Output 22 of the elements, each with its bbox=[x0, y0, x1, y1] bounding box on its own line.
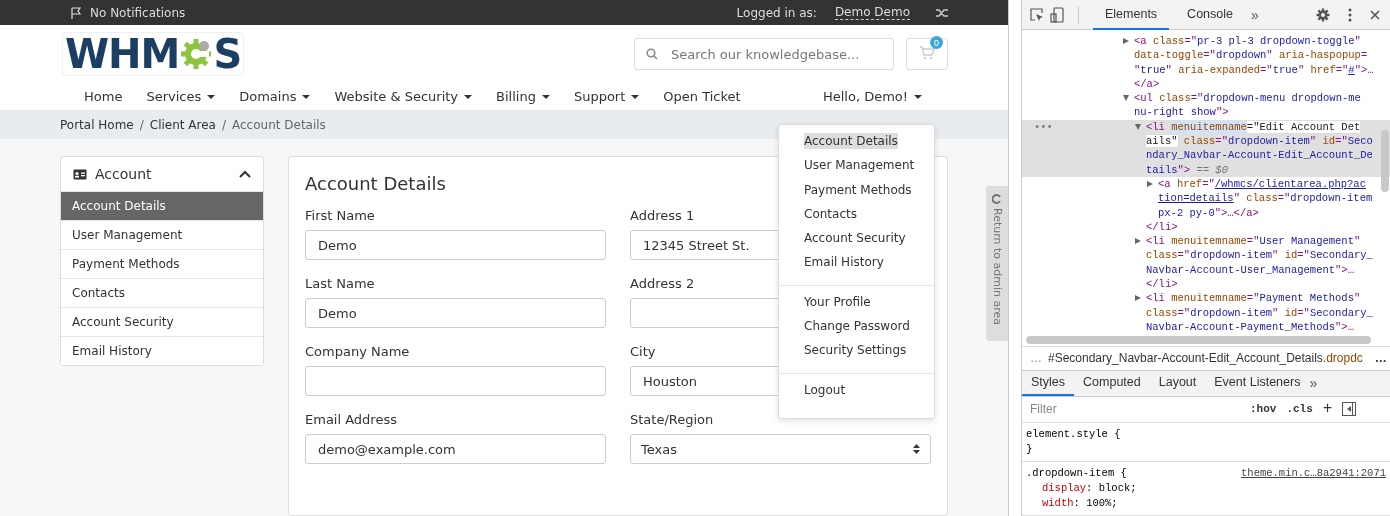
field-label: State/Region bbox=[630, 412, 714, 427]
field-label: Address 2 bbox=[630, 276, 695, 291]
css-selector: .dropdown-item { bbox=[1026, 466, 1127, 481]
field-label: Address 1 bbox=[630, 208, 695, 223]
field-label: Last Name bbox=[305, 276, 375, 291]
breadcrumb-separator: / bbox=[221, 118, 226, 133]
ellipsis-text: … bbox=[1030, 351, 1042, 366]
sidebar-title: Account bbox=[95, 166, 152, 182]
dom-closing-tag: </li> bbox=[1146, 277, 1178, 292]
field-label: Email Address bbox=[305, 412, 397, 427]
css-selector: element.style { bbox=[1026, 427, 1121, 442]
ellipsis-text: … bbox=[1374, 351, 1387, 366]
cart-count-badge: 0 bbox=[930, 36, 943, 50]
form-title: Account Details bbox=[305, 173, 446, 194]
dom-closing-tag: </a> bbox=[1134, 76, 1160, 92]
css-brace: } bbox=[1026, 442, 1033, 457]
field-label: City bbox=[630, 344, 656, 359]
dom-closing-tag: </li> bbox=[1146, 219, 1178, 235]
field-label: Company Name bbox=[305, 344, 410, 359]
field-label: First Name bbox=[305, 208, 375, 223]
breadcrumb-separator: / bbox=[139, 118, 144, 133]
logged-in-label: Logged in as: bbox=[736, 5, 817, 20]
